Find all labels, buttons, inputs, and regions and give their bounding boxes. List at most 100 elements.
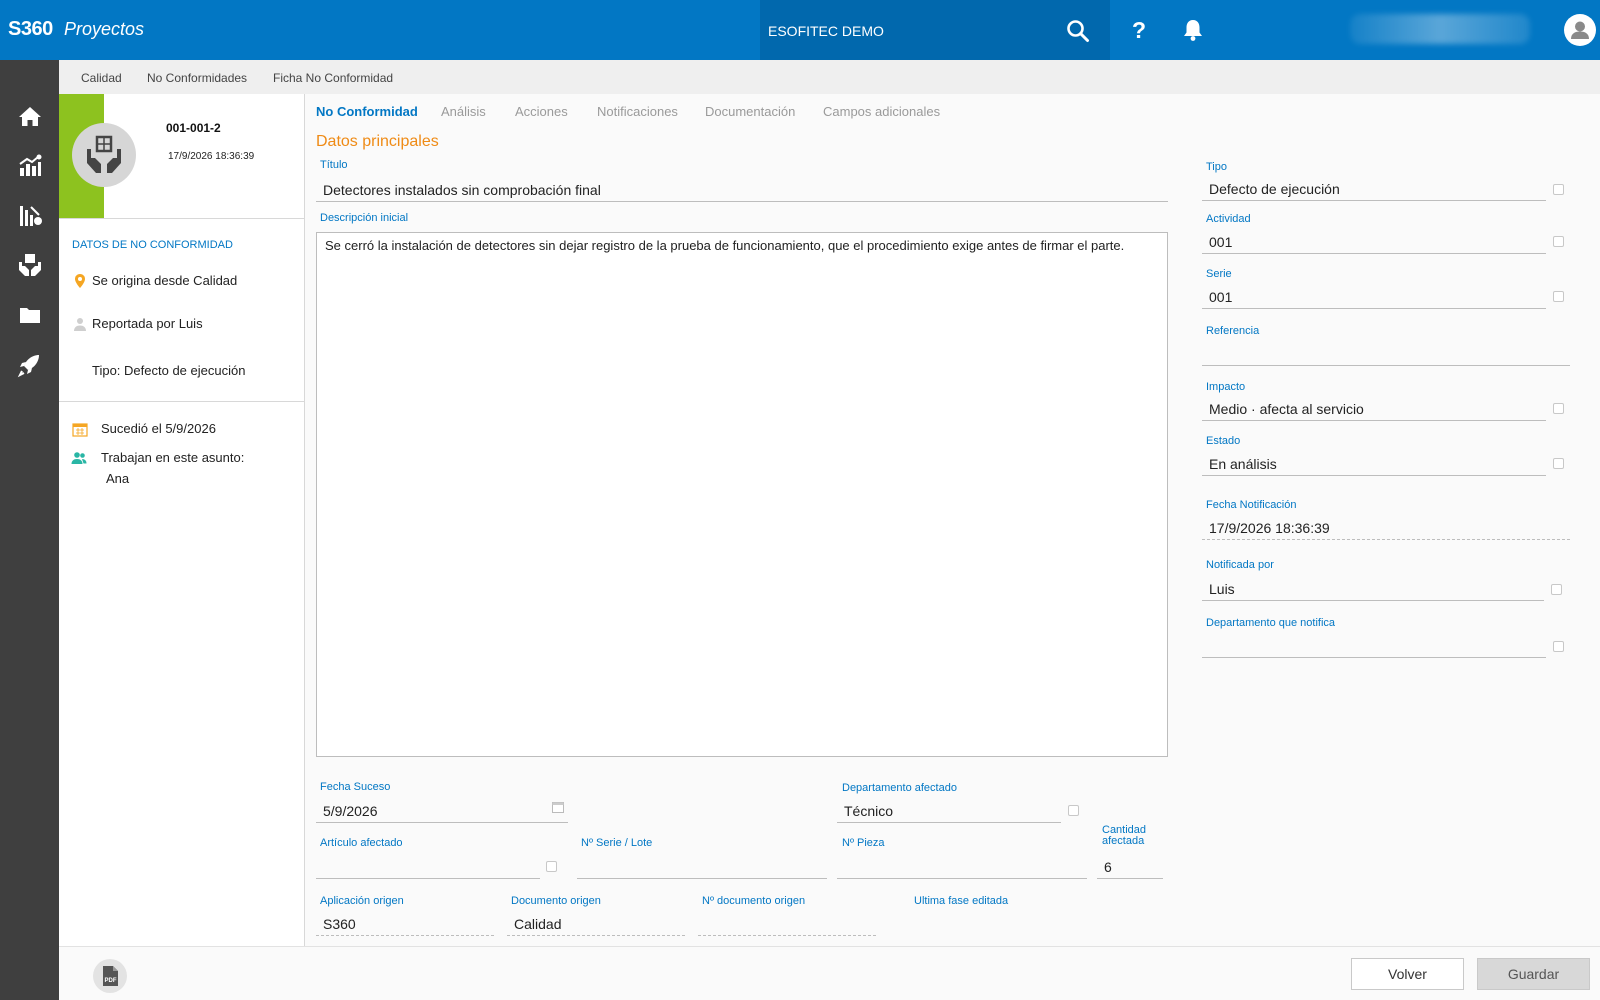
back-button[interactable]: Volver (1351, 958, 1464, 990)
serie-select[interactable]: 001 (1202, 285, 1546, 309)
analytics-icon[interactable] (17, 153, 43, 179)
notificada-por-label: Notificada por (1206, 559, 1274, 571)
referencia-input[interactable] (1202, 342, 1570, 366)
tipo-label: Tipo (1206, 161, 1227, 173)
left-navigation (0, 60, 59, 1000)
estado-checkbox[interactable] (1553, 458, 1564, 469)
pieza-label: Nº Pieza (842, 837, 885, 849)
working-label: Trabajan en este asunto: (101, 450, 245, 465)
user-name-blurred (1350, 14, 1530, 44)
calendar-icon[interactable] (552, 801, 564, 813)
titulo-label: Título (320, 159, 348, 171)
articulo-checkbox[interactable] (546, 861, 557, 872)
tabs-bar: No Conformidad Análisis Acciones Notific… (305, 94, 1600, 128)
quality-hands-icon[interactable] (17, 252, 43, 278)
breadcrumb-no-conformidades[interactable]: No Conformidades (147, 71, 247, 85)
doc-origen-label: Documento origen (511, 895, 601, 907)
save-button[interactable]: Guardar (1477, 958, 1590, 990)
tipo-checkbox[interactable] (1553, 184, 1564, 195)
impacto-checkbox[interactable] (1553, 403, 1564, 414)
cantidad-label: Cantidad afectada (1102, 824, 1147, 847)
depto-afectado-checkbox[interactable] (1068, 805, 1079, 816)
tab-notificaciones[interactable]: Notificaciones (597, 104, 678, 119)
articulo-input[interactable] (316, 855, 540, 879)
location-pin-icon (75, 274, 85, 288)
info-section-title: DATOS DE NO CONFORMIDAD (72, 239, 233, 251)
planning-chart-icon[interactable] (17, 203, 43, 229)
serie-label: Serie (1206, 268, 1232, 280)
serie-lote-input[interactable] (577, 855, 827, 879)
pieza-input[interactable] (837, 855, 1087, 879)
pdf-icon-text: PDF (105, 978, 117, 984)
num-doc-origen-field (698, 912, 876, 936)
referencia-label: Referencia (1206, 325, 1260, 337)
home-icon[interactable] (17, 104, 43, 130)
depto-notifica-select[interactable] (1202, 634, 1546, 658)
app-origen-label: Aplicación origen (320, 895, 404, 907)
impacto-label: Impacto (1206, 381, 1246, 393)
impacto-select[interactable]: Medio · afecta al servicio (1202, 397, 1546, 421)
titulo-input[interactable]: Detectores instalados sin comprobación f… (316, 178, 1168, 202)
estado-label: Estado (1206, 435, 1241, 447)
fecha-suceso-input[interactable]: 5/9/2026 (316, 799, 568, 823)
calendar-icon (72, 423, 88, 437)
descripcion-textarea[interactable]: Se cerró la instalación de detectores si… (316, 232, 1168, 757)
depto-notifica-label: Departamento que notifica (1206, 617, 1336, 629)
depto-notifica-checkbox[interactable] (1553, 641, 1564, 652)
rocket-icon[interactable] (17, 352, 43, 378)
bell-icon[interactable] (1182, 18, 1204, 42)
quality-hands-icon (87, 135, 121, 173)
divider (59, 401, 305, 402)
record-info-panel: 001-001-2 17/9/2026 18:36:39 DATOS DE NO… (59, 94, 305, 946)
module-title: Proyectos (64, 19, 145, 39)
notificada-por-select[interactable]: Luis (1202, 577, 1544, 601)
notificada-por-checkbox[interactable] (1551, 584, 1562, 595)
record-code: 001-001-2 (166, 121, 221, 135)
depto-afectado-select[interactable]: Técnico (837, 799, 1061, 823)
happened-text: Sucedió el 5/9/2026 (101, 421, 216, 436)
tab-analisis[interactable]: Análisis (441, 104, 486, 119)
doc-origen-field: Calidad (507, 912, 685, 936)
descripcion-label: Descripción inicial (320, 212, 409, 224)
tab-campos-adicionales[interactable]: Campos adicionales (823, 104, 940, 119)
fecha-suceso-label: Fecha Suceso (320, 781, 391, 793)
breadcrumb: Calidad No Conformidades Ficha No Confor… (59, 60, 1600, 94)
serie-lote-label: Nº Serie / Lote (581, 837, 653, 849)
brand-logo[interactable]: S360 (8, 18, 53, 41)
company-name: ESOFITEC DEMO (768, 23, 884, 39)
pdf-icon: PDF (103, 966, 118, 986)
working-people: Ana (106, 471, 130, 486)
app-origen-field: S360 (316, 912, 494, 936)
pdf-export-button[interactable]: PDF (93, 959, 127, 993)
folder-icon[interactable] (17, 302, 43, 328)
serie-checkbox[interactable] (1553, 291, 1564, 302)
type-text: Tipo: Defecto de ejecución (92, 363, 246, 378)
depto-afectado-label: Departamento afectado (842, 782, 957, 794)
breadcrumb-calidad[interactable]: Calidad (81, 71, 122, 85)
tab-acciones[interactable]: Acciones (515, 104, 568, 119)
nonconformity-avatar (72, 123, 136, 187)
actividad-select[interactable]: 001 (1202, 230, 1546, 254)
company-selector[interactable]: ESOFITEC DEMO (760, 0, 1110, 60)
user-icon (74, 318, 86, 331)
section-header: Datos principales (316, 133, 439, 150)
tipo-select[interactable]: Defecto de ejecución (1202, 177, 1546, 201)
help-icon[interactable]: ? (1132, 17, 1146, 44)
origin-text: Se origina desde Calidad (92, 273, 238, 288)
user-avatar-icon[interactable] (1564, 14, 1596, 46)
num-doc-origen-label: Nº documento origen (702, 895, 806, 907)
ultima-fase-field (910, 912, 1100, 936)
actividad-label: Actividad (1206, 213, 1251, 225)
divider (59, 218, 305, 219)
tab-no-conformidad[interactable]: No Conformidad (316, 104, 418, 119)
fecha-notif-label: Fecha Notificación (1206, 499, 1297, 511)
reported-by-text: Reportada por Luis (92, 316, 203, 331)
tab-documentacion[interactable]: Documentación (705, 104, 795, 119)
breadcrumb-ficha[interactable]: Ficha No Conformidad (273, 71, 393, 85)
actividad-checkbox[interactable] (1553, 236, 1564, 247)
estado-select[interactable]: En análisis (1202, 452, 1546, 476)
cantidad-input[interactable]: 6 (1097, 855, 1163, 879)
team-icon (71, 452, 87, 464)
search-icon[interactable] (1065, 18, 1091, 44)
top-bar: S360 Proyectos ESOFITEC DEMO ? (0, 0, 1600, 60)
